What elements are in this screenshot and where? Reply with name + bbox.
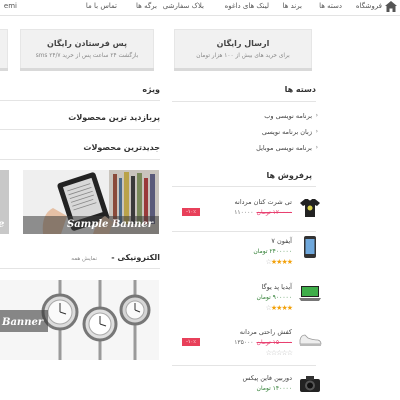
bestsellers-title: پرفروش ها (266, 171, 312, 180)
nav-item-custom-block[interactable]: بلاک سفارشی (163, 2, 204, 10)
feature-box-partial (0, 29, 8, 71)
product-name[interactable]: آیدیا پد یوگا (262, 283, 292, 291)
nav-item-pages[interactable]: برگه ها (136, 2, 157, 10)
product-name[interactable]: آیفون ۷ (271, 237, 292, 245)
product-name[interactable]: کفش راحتی مردانه (240, 328, 292, 336)
nav-item-partial[interactable]: emi (4, 2, 17, 10)
product-price: ۲۴۰۰۰۰۰ تومان (253, 248, 292, 255)
shoe-image (299, 334, 322, 346)
chevron-left-icon: ‹ (315, 112, 318, 119)
product-price: ۱۴۰۰۰۰ تومان (256, 385, 292, 392)
free-shipping-subtitle: برای خرید های بیش از ۱۰۰ هزار تومان (196, 53, 290, 59)
rating-stars: ★★★★☆ (265, 258, 293, 266)
special-title: ویژه (142, 85, 160, 94)
free-return-box: پس فرستادن رایگان بازگشت ۲۴ ساعت پس از خ… (20, 29, 154, 71)
nav-item-brands[interactable]: برند ها (283, 2, 302, 10)
product-tshirt[interactable]: تی شرت کتان مردانه ۱۲۰۰۰۰ تومان۱۱۰۰۰۰ ۱۰… (182, 198, 322, 238)
product-name[interactable]: تی شرت کتان مردانه (235, 198, 292, 206)
most-viewed-title: پربازدید ترین محصولات (68, 113, 160, 122)
product-price: ۱۲۰۰۰۰ تومان۱۱۰۰۰۰ (234, 209, 292, 216)
home-icon[interactable] (385, 1, 397, 12)
product-yoga[interactable]: آیدیا پد یوگا ۹۰۰۰۰۰ تومان ★★★★☆ (182, 283, 322, 323)
electronics-title: الکترونیکی - (111, 253, 160, 262)
nav-item-hot-links[interactable]: لینک های داغوه (225, 2, 269, 10)
category-web-programming[interactable]: برنامه نویسی وب (264, 112, 312, 120)
category-mobile-programming[interactable]: برنامه نویسی موبایل (256, 144, 312, 152)
product-iphone[interactable]: آیفون ۷ ۲۴۰۰۰۰۰ تومان ★★★★☆ (182, 236, 322, 277)
categories-title: دسته ها (284, 85, 316, 94)
free-shipping-box: ارسال رایگان برای خرید های بیش از ۱۰۰ هز… (174, 29, 312, 71)
free-shipping-title: ارسال رایگان (216, 39, 270, 48)
laptop-image (299, 286, 321, 301)
banner-caption: Banner (2, 317, 44, 328)
rating-stars: ★★★★☆ (265, 304, 293, 312)
free-return-subtitle: بازگشت ۲۴ ساعت پس از خرید ۲۴/۷ sms (35, 53, 139, 59)
nav-item-contact[interactable]: تماس با ما (86, 2, 117, 10)
watches-banner[interactable]: Banner (0, 280, 159, 360)
product-price: ۱۵۰۰۰۰ تومان۱۳۵۰۰۰ (234, 339, 292, 346)
sample-banner[interactable]: Sample Banner (23, 170, 159, 234)
banner-caption: Sample Banner (66, 219, 153, 230)
tshirt-image (300, 199, 320, 217)
product-camera[interactable]: دوربین فاین پیکس ۱۴۰۰۰۰ تومان (182, 374, 322, 400)
chevron-left-icon: ‹ (315, 128, 318, 135)
product-name[interactable]: دوربین فاین پیکس (242, 374, 292, 382)
top-navigation: فروشگاه دسته ها برند ها لینک های داغوه ب… (0, 0, 400, 16)
camera-image (300, 376, 320, 392)
sale-badge: ۱۰٪- (182, 208, 200, 216)
product-price: ۹۰۰۰۰۰ تومان (256, 294, 292, 301)
nav-item-store[interactable]: فروشگاه (356, 2, 382, 10)
view-all-link[interactable]: نمایش همه (71, 256, 97, 262)
product-shoes[interactable]: کفش راحتی مردانه ۱۵۰۰۰۰ تومان۱۳۵۰۰۰ ☆☆☆☆… (182, 328, 322, 368)
chevron-left-icon: ‹ (315, 144, 318, 151)
rating-stars: ☆☆☆☆☆ (265, 349, 293, 357)
free-return-title: پس فرستادن رایگان (46, 39, 127, 48)
category-programming-language[interactable]: زبان برنامه نویسی (262, 128, 312, 136)
sale-badge: ۱۰٪- (182, 338, 200, 346)
newest-title: جدیدترین محصولات (83, 143, 160, 152)
nav-item-categories[interactable]: دسته ها (319, 2, 342, 10)
banner-partial[interactable]: e (0, 170, 9, 234)
iphone-image (304, 236, 316, 258)
